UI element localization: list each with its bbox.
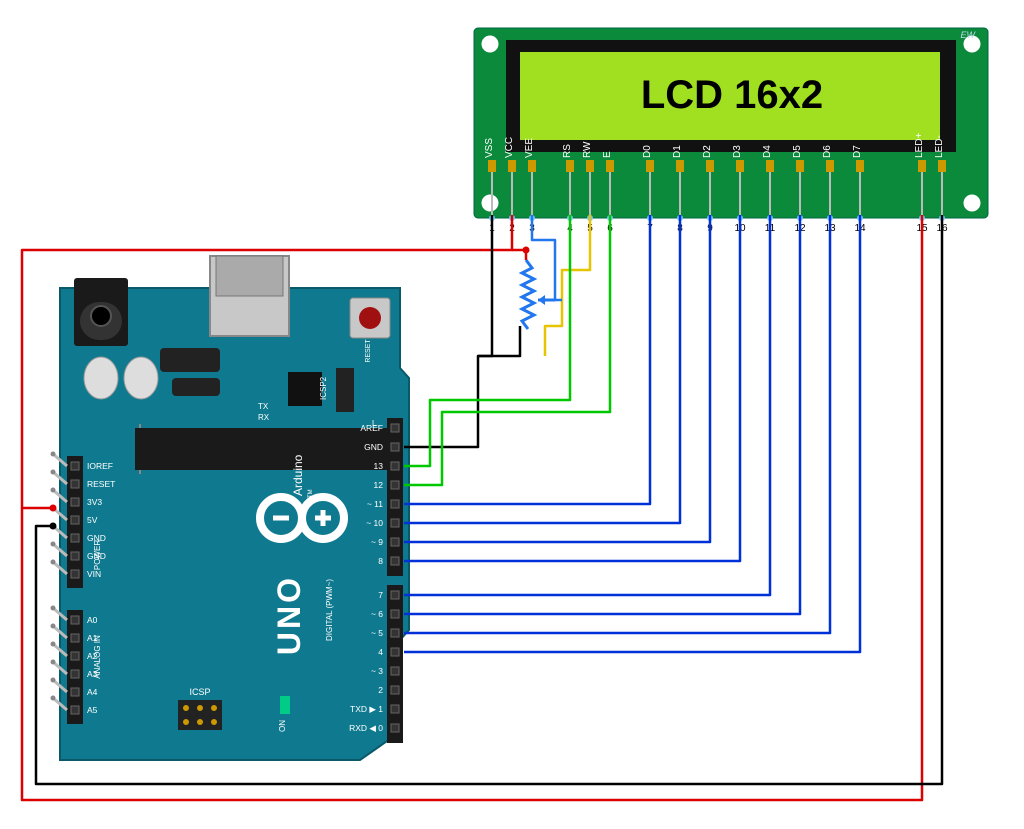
arduino-pin-label: ~ 9 xyxy=(371,537,383,547)
arduino-pin-label: 4 xyxy=(378,647,383,657)
arduino-pin-label: ~ 3 xyxy=(371,666,383,676)
tx-label: TX xyxy=(258,402,269,411)
lcd-pin-label: VCC xyxy=(504,137,515,158)
arduino-pin-label: 5V xyxy=(87,515,98,525)
arduino-pin-label: GND xyxy=(364,442,383,452)
lcd-pin-label: RS xyxy=(562,144,573,158)
digital-label: DIGITAL (PWM~) xyxy=(325,579,334,641)
arduino-pin-label: A5 xyxy=(87,705,98,715)
arduino-brand: Arduino xyxy=(291,454,305,496)
lcd-pin-label: LED- xyxy=(934,135,945,158)
icsp2-label: ICSP2 xyxy=(319,376,328,400)
arduino-pin-label: IOREF xyxy=(87,461,113,471)
arduino-tm: TM xyxy=(308,489,314,498)
lcd-pin-label: VEE xyxy=(524,138,535,158)
arduino-pin-label: GND xyxy=(87,551,106,561)
arduino-pin-label: ~ 10 xyxy=(366,518,383,528)
lcd-pin-label: VSS xyxy=(484,138,495,158)
reset-label: RESET xyxy=(365,339,372,363)
lcd-pin-label: E xyxy=(602,151,613,158)
arduino-pin-label: 8 xyxy=(378,556,383,566)
arduino-pin-label: A2 xyxy=(87,651,98,661)
arduino-pin-label: VIN xyxy=(87,569,101,579)
lcd-pin-label: LED+ xyxy=(914,133,925,158)
lcd-pin-label: D7 xyxy=(852,145,863,158)
lcd-pin-label: D0 xyxy=(642,145,653,158)
lcd-watermark: EW xyxy=(961,30,977,40)
arduino-pin-label: A0 xyxy=(87,615,98,625)
rx-label: RX xyxy=(258,413,270,422)
lcd-pin-label: D2 xyxy=(702,145,713,158)
lcd-module: LCD 16x2 EW xyxy=(474,28,988,218)
arduino-pin-label: 12 xyxy=(374,480,384,490)
lcd-pin-label: D6 xyxy=(822,145,833,158)
arduino-pin-label: AREF xyxy=(360,423,383,433)
arduino-pin-label: RXD ◀ 0 xyxy=(349,723,383,733)
arduino-pin-label: A4 xyxy=(87,687,98,697)
arduino-pin-label: A3 xyxy=(87,669,98,679)
arduino-pin-label: ~ 6 xyxy=(371,609,383,619)
lcd-pin-label: D4 xyxy=(762,145,773,158)
arduino-model: UNO xyxy=(271,575,307,655)
arduino-board: RESET ICSP2 ICSP Arduino TM UNO L TX RX … xyxy=(60,256,409,760)
arduino-pin-label: GND xyxy=(87,533,106,543)
arduino-pin-label: 7 xyxy=(378,590,383,600)
lcd-pin-label: D5 xyxy=(792,145,803,158)
lcd-pin-label: D3 xyxy=(732,145,743,158)
arduino-pin-label: TXD ▶ 1 xyxy=(350,704,383,714)
lcd-display-text: LCD 16x2 xyxy=(641,73,823,117)
on-label: ON xyxy=(278,720,287,732)
arduino-pin-label: RESET xyxy=(87,479,115,489)
arduino-pin-label: 3V3 xyxy=(87,497,102,507)
arduino-pin-label: 2 xyxy=(378,685,383,695)
arduino-pin-label: A1 xyxy=(87,633,98,643)
lcd-pin-label: D1 xyxy=(672,145,683,158)
icsp-label: ICSP xyxy=(189,687,210,697)
lcd-pin-label: RW xyxy=(582,141,593,158)
arduino-pin-label: 13 xyxy=(374,461,384,471)
arduino-pin-label: ~ 5 xyxy=(371,628,383,638)
arduino-pin-label: ~ 11 xyxy=(367,499,383,509)
